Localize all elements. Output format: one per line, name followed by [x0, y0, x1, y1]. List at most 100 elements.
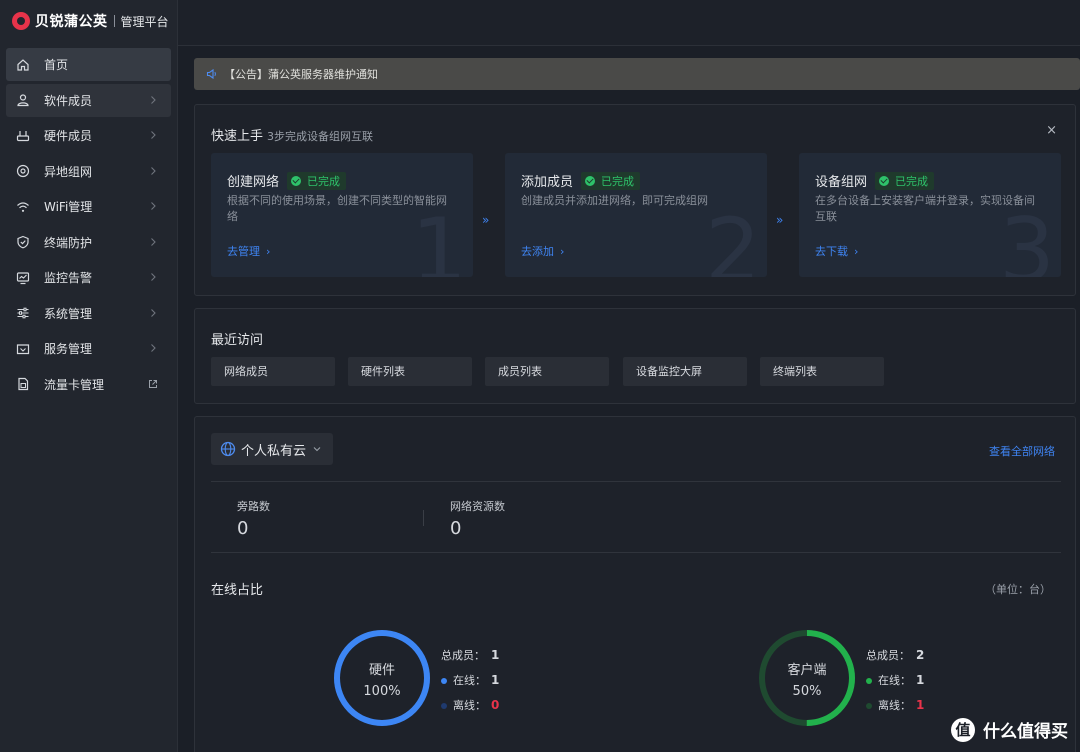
go-manage-link[interactable]: 去管理 ›: [227, 243, 270, 259]
step-description: 在多台设备上安装客户端并登录，实现设备间互联: [815, 194, 1035, 223]
chevron-right-icon: [151, 273, 156, 281]
go-download-link[interactable]: 去下载 ›: [815, 243, 858, 259]
network-select[interactable]: 个人私有云: [211, 433, 333, 465]
check-circle-icon: [585, 175, 596, 186]
sidebar-item-label: 终端防护: [44, 235, 93, 250]
recent-chip-network-members[interactable]: 网络成员: [211, 357, 335, 386]
legend-label: 总成员：: [441, 648, 485, 662]
globe-icon: [220, 441, 236, 457]
close-icon[interactable]: ×: [1046, 123, 1057, 138]
recent-visits-title: 最近访问: [211, 333, 264, 348]
step-title: 添加成员 已完成: [521, 171, 641, 190]
link-text: 去下载: [815, 245, 848, 258]
announcement-text: 【公告】蒲公英服务器维护通知: [224, 68, 378, 81]
donut-percent: 100%: [363, 684, 401, 699]
watermark-text: 什么值得买: [983, 722, 1068, 742]
step-title-text: 添加成员: [521, 175, 574, 190]
recent-visits-card: 最近访问 网络成员 硬件列表 成员列表 设备监控大屏 终端列表: [194, 308, 1076, 404]
network-select-value: 个人私有云: [241, 443, 307, 459]
check-circle-icon: [291, 175, 302, 186]
recent-chip-member-list[interactable]: 成员列表: [485, 357, 609, 386]
sliders-icon: [16, 306, 30, 320]
quick-start-heading: 快速上手: [211, 129, 264, 144]
step-title-text: 设备组网: [815, 175, 868, 190]
stat-label-bypass: 旁路数: [237, 500, 270, 513]
legend-label: 在线：: [441, 672, 491, 688]
offline-dot-icon: [866, 702, 872, 709]
legend-value: 1: [491, 647, 500, 662]
status-text: 已完成: [307, 174, 341, 188]
go-add-link[interactable]: 去添加 ›: [521, 243, 564, 259]
step-description: 根据不同的使用场景，创建不同类型的智能网络: [227, 194, 447, 223]
home-icon: [16, 58, 30, 72]
step-separator-icon: »: [776, 213, 784, 227]
view-all-networks-link[interactable]: 查看全部网络: [989, 443, 1055, 459]
sidebar-item-hardware-members[interactable]: 硬件成员: [6, 119, 171, 152]
recent-chip-hardware-list[interactable]: 硬件列表: [348, 357, 472, 386]
sidebar-item-sim-card-management[interactable]: 流量卡管理: [6, 368, 171, 401]
offline-dot-icon: [441, 702, 447, 709]
sidebar: 贝锐蒲公英 管理平台 首页 软件成员 硬件成员 异地组网 WiFi管理 终端防护…: [0, 0, 178, 752]
step-separator-icon: »: [482, 213, 490, 227]
chevron-right-icon: ›: [854, 245, 859, 258]
chevron-right-icon: [151, 237, 156, 246]
step-title: 创建网络 已完成: [227, 171, 347, 190]
network-overview-card: 个人私有云 查看全部网络 旁路数 0 网络资源数 0 在线占比 （单位：台） 硬…: [194, 416, 1076, 752]
chevron-down-icon: [313, 447, 321, 452]
router-icon: [16, 129, 30, 143]
recent-chip-terminal-list[interactable]: 终端列表: [760, 357, 884, 386]
stat-value-resources: 0: [450, 518, 462, 539]
recent-chip-monitor-screen[interactable]: 设备监控大屏: [623, 357, 747, 386]
sidebar-item-home[interactable]: 首页: [6, 48, 171, 81]
brand-logo[interactable]: 贝锐蒲公英 管理平台: [0, 0, 177, 42]
sidebar-item-label: 软件成员: [44, 93, 93, 108]
shield-icon: [16, 235, 30, 249]
brand-divider: [113, 15, 115, 27]
step-title: 设备组网 已完成: [815, 171, 935, 190]
sidebar-item-label: 流量卡管理: [44, 377, 105, 392]
brand-logo-icon: [12, 12, 30, 30]
sidebar-item-system-management[interactable]: 系统管理: [6, 297, 171, 330]
sidebar-item-monitoring-alerts[interactable]: 监控告警: [6, 261, 171, 294]
status-badge: 已完成: [581, 171, 641, 190]
sidebar-item-endpoint-protection[interactable]: 终端防护: [6, 226, 171, 259]
legend-offline: 离线： 0: [441, 692, 499, 717]
legend-value: 1: [916, 672, 925, 687]
monitor-icon: [16, 271, 30, 285]
chevron-right-icon: [151, 202, 156, 210]
stat-label-resources: 网络资源数: [450, 500, 505, 513]
chevron-right-icon: [151, 344, 156, 352]
sidebar-item-wifi[interactable]: WiFi管理: [6, 190, 171, 223]
legend-value: 0: [491, 697, 500, 712]
announcement-bar[interactable]: 【公告】蒲公英服务器维护通知: [194, 58, 1080, 90]
step-number: 2: [705, 199, 761, 278]
legend-offline: 离线： 1: [866, 692, 924, 717]
quick-start-subtitle: 3步完成设备组网互联: [267, 130, 374, 143]
wifi-icon: [16, 200, 30, 214]
legend-label-text: 在线：: [453, 673, 486, 687]
legend-label: 在线：: [866, 672, 916, 688]
chevron-right-icon: [151, 131, 156, 139]
external-link-icon: [149, 379, 157, 388]
sidebar-item-label: 首页: [44, 58, 69, 72]
sidebar-item-software-members[interactable]: 软件成员: [6, 83, 171, 117]
stat-value-bypass: 0: [237, 518, 249, 539]
link-text: 去添加: [521, 245, 554, 258]
legend-label: 离线：: [441, 697, 491, 713]
link-text: 去管理: [227, 245, 260, 258]
sidebar-item-label: 监控告警: [44, 271, 93, 285]
client-online-donut: 客户端 50%: [758, 629, 856, 727]
step-title-text: 创建网络: [227, 175, 280, 190]
hardware-online-donut: 硬件 100%: [333, 629, 431, 727]
sidebar-item-service-management[interactable]: 服务管理: [6, 332, 171, 365]
legend-online: 在线： 1: [441, 667, 499, 692]
sidebar-nav: 首页 软件成员 硬件成员 异地组网 WiFi管理 终端防护 监控告警 系统管理 …: [0, 42, 177, 401]
stats-divider: [423, 510, 424, 526]
step-card-device-network: 3 设备组网 已完成 在多台设备上安装客户端并登录，实现设备间互联 去下载 ›: [799, 153, 1061, 277]
sidebar-item-remote-network[interactable]: 异地组网: [6, 155, 171, 188]
legend-value: 1: [491, 672, 500, 687]
sidebar-item-label: WiFi管理: [44, 200, 93, 214]
legend-online: 在线： 1: [866, 667, 924, 692]
status-text: 已完成: [601, 174, 635, 188]
legend-label-text: 在线：: [878, 673, 911, 687]
